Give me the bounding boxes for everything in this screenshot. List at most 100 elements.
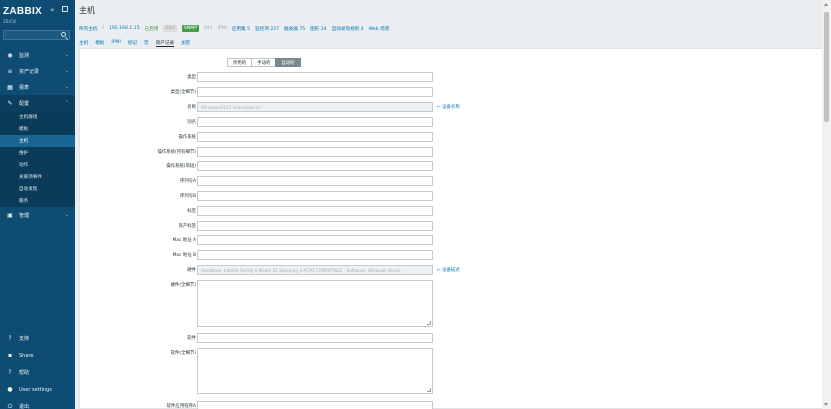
inventory-mode-toggle: 停用的 手动的 自动的 xyxy=(227,58,301,67)
submenu-maintenance[interactable]: 维护 xyxy=(0,147,75,159)
gear-icon: ▣ xyxy=(7,211,13,219)
menu-label: 管理 xyxy=(19,212,30,219)
scroll-thumb[interactable] xyxy=(824,12,829,122)
name-input[interactable]: WindowsIS012-H.bu.baan.cn xyxy=(197,102,433,112)
menu-inventory[interactable]: ≡ 资产记录 ⌄ xyxy=(0,63,75,79)
menu-label: 报表 xyxy=(19,84,30,91)
submenu-discovery[interactable]: 自动发现 xyxy=(0,183,75,195)
alias-label: 别名 xyxy=(187,120,196,125)
chevron-down-icon: ⌄ xyxy=(64,212,69,218)
submenu-host-groups[interactable]: 主机群组 xyxy=(0,111,75,123)
software-app-a-input[interactable] xyxy=(197,401,433,409)
submenu-event-correlation[interactable]: 关联项事件 xyxy=(0,171,75,183)
mode-manual-button[interactable]: 手动的 xyxy=(251,58,277,67)
menu-reports[interactable]: ▦ 报表 ⌄ xyxy=(0,79,75,95)
hardware-full-label: 硬件(全细节) xyxy=(170,283,196,288)
serial-b-input[interactable] xyxy=(197,191,433,201)
type-full-label: 类型(全细节) xyxy=(170,90,196,95)
inventory-form: 停用的 手动的 自动的 类型 类型(全细节) 名称 WindowsIS012-H… xyxy=(79,48,825,409)
menu-label: 资产记录 xyxy=(19,68,40,75)
tab-templates[interactable]: 模板 xyxy=(95,40,104,47)
zabbix-logo[interactable]: ZABBIX xyxy=(3,6,42,17)
menu-label: 配置 xyxy=(19,100,30,107)
tab-tags[interactable]: 标记 xyxy=(128,40,137,47)
type-input[interactable] xyxy=(197,72,433,82)
share-icon: ▪ xyxy=(7,352,13,359)
submenu-hosts[interactable]: 主机 xyxy=(0,135,75,147)
mode-automatic-button[interactable]: 自动的 xyxy=(275,58,301,67)
page-scrollbar[interactable] xyxy=(822,0,831,409)
os-full-input[interactable] xyxy=(197,147,433,157)
tab-macros[interactable]: 宏 xyxy=(144,40,149,47)
menu-support[interactable]: ? 支持 xyxy=(0,330,75,347)
serial-a-input[interactable] xyxy=(197,176,433,186)
breadcrumb-items[interactable]: 监控项 227 xyxy=(255,26,279,32)
tag-input[interactable] xyxy=(197,206,433,216)
mac-b-input[interactable] xyxy=(197,250,433,260)
logout-icon: ⏻ xyxy=(7,402,13,409)
host-status-enabled[interactable]: 已启用 xyxy=(145,26,159,32)
configuration-submenu: 主机群组 模板 主机 维护 动作 关联项事件 自动发现 服务 xyxy=(0,111,75,207)
software-input[interactable] xyxy=(197,333,433,343)
menu-sign-out[interactable]: ⏻ 退出 xyxy=(0,398,75,409)
submenu-actions[interactable]: 动作 xyxy=(0,159,75,171)
software-full-label: 软件(全细节) xyxy=(170,351,196,356)
menu-administration[interactable]: ▣ 管理 ⌄ xyxy=(0,207,75,223)
eye-icon: ◉ xyxy=(7,51,13,59)
type-full-input[interactable] xyxy=(197,87,433,97)
breadcrumb-applications[interactable]: 应用集 5 xyxy=(232,26,250,32)
os-short-label: 操作系统(简短) xyxy=(166,164,196,169)
tab-inventory[interactable]: 资产记录 xyxy=(155,40,175,47)
breadcrumb-web-scenarios[interactable]: Web 场景 xyxy=(369,26,390,32)
menu-help[interactable]: ? 帮助 xyxy=(0,364,75,381)
hardware-label: 硬件 xyxy=(187,268,196,273)
mac-a-input[interactable] xyxy=(197,235,433,245)
hardware-link[interactable]: ← 设备描述 xyxy=(437,267,460,273)
main-menu: ◉ 监测 ⌄ ≡ 资产记录 ⌄ ▦ 报表 ⌄ ✎ 配置 ⌃ 主机群组 模板 主机… xyxy=(0,47,75,223)
mode-disabled-button[interactable]: 停用的 xyxy=(227,58,253,67)
scroll-down-icon[interactable] xyxy=(824,403,828,406)
menu-share[interactable]: ▪ Share xyxy=(0,347,75,364)
availability-zbx-badge: ZBX xyxy=(163,25,177,32)
collapse-sidebar-icon[interactable]: « xyxy=(50,6,54,14)
menu-label: 监测 xyxy=(19,52,30,59)
tab-encryption[interactable]: 加密 xyxy=(181,40,190,47)
resize-handle-icon[interactable] xyxy=(427,321,431,325)
kiosk-mode-icon[interactable] xyxy=(62,6,68,12)
breadcrumb-discovery-rules[interactable]: 自动发现规则 4 xyxy=(332,26,364,32)
software-full-textarea[interactable] xyxy=(197,348,433,394)
tab-host[interactable]: 主机 xyxy=(79,40,88,47)
menu-label: User settings xyxy=(19,386,52,393)
chevron-down-icon: ⌄ xyxy=(64,68,69,74)
menu-user-settings[interactable]: ● User settings xyxy=(0,381,75,398)
hardware-full-textarea[interactable] xyxy=(197,280,433,327)
os-input[interactable] xyxy=(197,132,433,142)
os-short-input[interactable] xyxy=(197,161,433,171)
alias-input[interactable] xyxy=(197,117,433,127)
breadcrumb-triggers[interactable]: 触发器 75 xyxy=(284,26,305,32)
menu-configuration[interactable]: ✎ 配置 ⌃ xyxy=(0,95,75,111)
asset-tag-label: 资产标签 xyxy=(178,224,196,229)
breadcrumb: 所有主机 / 192.168.1.15 已启用 ZBX SNMP JMX IPM… xyxy=(79,25,389,32)
breadcrumb-host[interactable]: 192.168.1.15 xyxy=(109,26,140,31)
help-icon: ? xyxy=(8,369,12,376)
breadcrumb-all-hosts[interactable]: 所有主机 xyxy=(79,26,97,32)
sidebar-search-input[interactable] xyxy=(3,30,70,40)
breadcrumb-graphs[interactable]: 图形 24 xyxy=(310,26,327,32)
serial-a-label: 序列号A xyxy=(179,179,196,184)
support-icon: ? xyxy=(8,335,12,342)
scroll-up-icon[interactable] xyxy=(824,3,828,6)
availability-snmp-badge: SNMP xyxy=(181,25,199,32)
hardware-input[interactable]: Hardware: Intel64 Family 6 Model 62 Step… xyxy=(197,265,433,275)
tab-ipmi[interactable]: IPMI xyxy=(111,40,120,47)
name-link[interactable]: ← 设备名称 xyxy=(437,104,460,110)
menu-monitoring[interactable]: ◉ 监测 ⌄ xyxy=(0,47,75,63)
tag-label: 标签 xyxy=(187,209,196,214)
submenu-services[interactable]: 服务 xyxy=(0,195,75,207)
sidebar: ZABBIX ZBX56 « ◉ 监测 ⌄ ≡ 资产记录 ⌄ ▦ 报表 ⌄ ✎ … xyxy=(0,0,75,409)
serial-b-label: 序列号B xyxy=(179,194,196,199)
search-icon[interactable] xyxy=(61,32,66,37)
submenu-templates[interactable]: 模板 xyxy=(0,123,75,135)
resize-handle-icon[interactable] xyxy=(427,388,431,392)
asset-tag-input[interactable] xyxy=(197,221,433,231)
